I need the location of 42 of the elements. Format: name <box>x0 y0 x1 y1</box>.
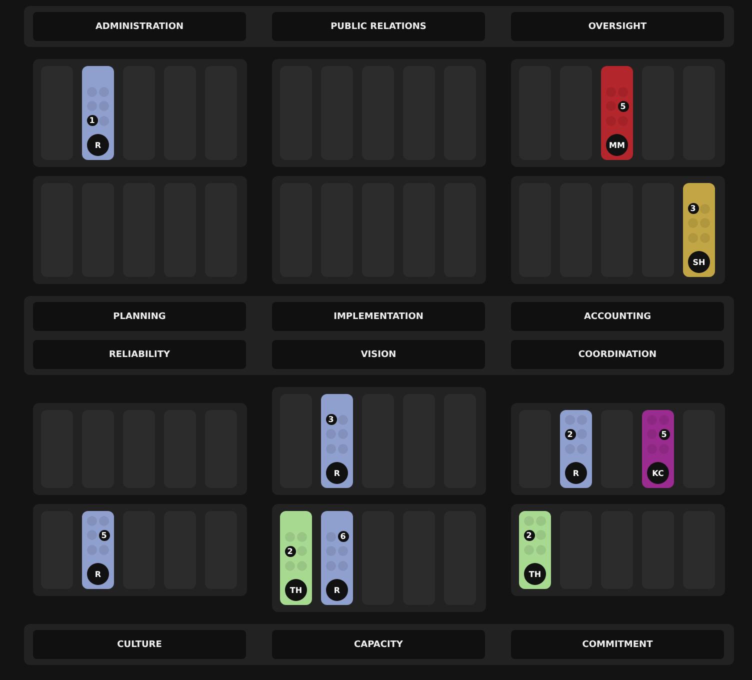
avatar: R <box>326 579 348 601</box>
count-badge: 5 <box>98 530 110 540</box>
count-badge: 3 <box>326 414 336 425</box>
token-card[interactable]: 2 TH <box>280 511 312 605</box>
token-card[interactable]: 2 R <box>560 410 592 488</box>
count-badge: 5 <box>618 100 628 112</box>
avatar: R <box>565 462 587 484</box>
category-label[interactable]: CULTURE <box>33 630 246 659</box>
count-badge: 2 <box>284 546 296 556</box>
token-card[interactable]: 5 R <box>82 511 114 589</box>
category-label[interactable]: VISION <box>272 340 485 369</box>
avatar: KC <box>647 462 669 484</box>
avatar: R <box>87 563 109 585</box>
token-card[interactable]: 1 R <box>82 66 114 160</box>
category-label[interactable]: IMPLEMENTATION <box>272 302 485 331</box>
category-label[interactable]: OVERSIGHT <box>511 12 724 41</box>
category-label[interactable]: ACCOUNTING <box>511 302 724 331</box>
avatar: TH <box>524 563 546 585</box>
avatar: R <box>326 462 348 484</box>
token-card[interactable]: 5 MM <box>601 66 633 160</box>
count-badge: 5 <box>658 428 670 440</box>
count-badge: 2 <box>564 428 576 440</box>
count-badge: 3 <box>688 203 698 214</box>
avatar: R <box>87 134 109 156</box>
category-label[interactable]: PLANNING <box>33 302 246 331</box>
category-label[interactable]: COORDINATION <box>511 340 724 369</box>
category-label[interactable]: RELIABILITY <box>33 340 246 369</box>
token-card[interactable]: 6 R <box>321 511 353 605</box>
avatar: TH <box>285 579 307 601</box>
count-badge: 2 <box>524 530 534 540</box>
token-card[interactable]: 3 R <box>321 394 353 488</box>
category-label[interactable]: ADMINISTRATION <box>33 12 246 41</box>
count-badge: 6 <box>338 531 348 542</box>
avatar: SH <box>688 251 710 273</box>
token-card[interactable]: 3 SH <box>683 183 715 277</box>
category-label[interactable]: CAPACITY <box>272 630 485 659</box>
category-label[interactable]: COMMITMENT <box>511 630 724 659</box>
count-badge: 1 <box>86 115 98 126</box>
token-card[interactable]: 5 KC <box>642 410 674 488</box>
category-label[interactable]: PUBLIC RELATIONS <box>272 12 485 41</box>
avatar: MM <box>606 134 628 156</box>
token-card[interactable]: 2 TH <box>519 511 551 589</box>
